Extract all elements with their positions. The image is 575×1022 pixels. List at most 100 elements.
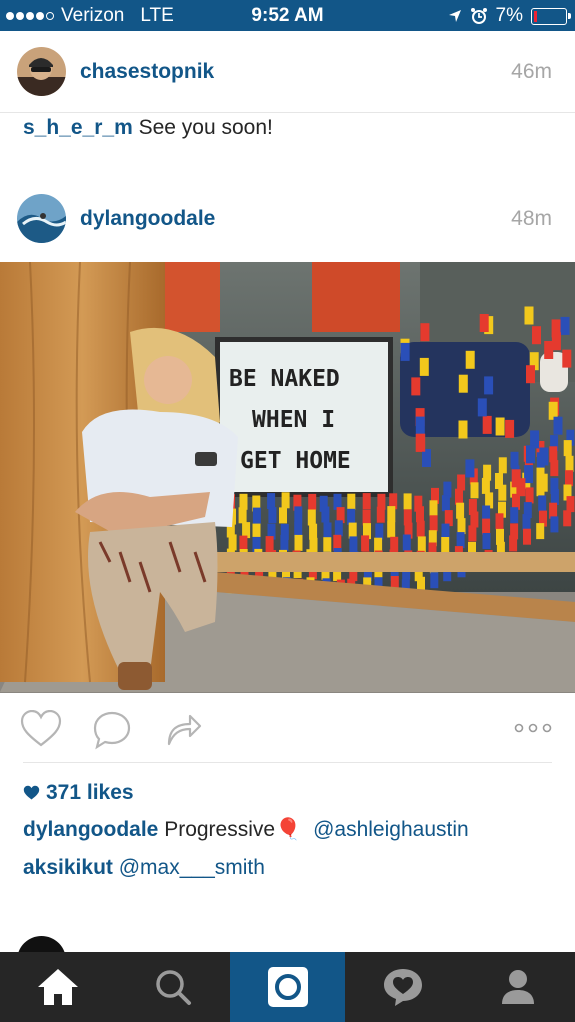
window-block	[441, 537, 450, 553]
window-block	[539, 447, 549, 466]
like-heart-icon[interactable]	[20, 710, 62, 748]
window-block	[550, 489, 559, 505]
window-block	[387, 521, 396, 538]
window-block	[563, 440, 572, 457]
window-block	[420, 323, 430, 342]
caption-username[interactable]: dylangoodale	[23, 818, 158, 841]
window-block	[458, 374, 468, 393]
window-block	[468, 525, 477, 542]
avatar[interactable]	[17, 47, 66, 96]
window-block	[280, 534, 289, 551]
window-block	[549, 502, 558, 519]
tab-camera[interactable]	[230, 952, 345, 1022]
window-block	[457, 518, 466, 535]
window-block	[307, 509, 316, 526]
camera-icon	[267, 967, 308, 1007]
divider	[0, 112, 575, 113]
window-block	[524, 465, 534, 484]
location-arrow-icon	[448, 10, 461, 22]
window-block	[495, 417, 505, 436]
comment-mention[interactable]: @max___smith	[119, 856, 265, 879]
window-block	[498, 484, 507, 501]
comment-line: s_h_e_r_m See you soon!	[23, 116, 273, 140]
window-block	[549, 446, 558, 463]
window-block	[294, 534, 303, 551]
window-block	[551, 332, 561, 351]
window-block	[309, 523, 318, 540]
window-block	[458, 420, 468, 439]
window-block	[376, 506, 385, 523]
likes-label: 371 likes	[46, 781, 134, 804]
window-block	[411, 377, 421, 396]
window-block	[477, 398, 487, 417]
window-block	[481, 477, 490, 494]
window-block	[279, 507, 287, 524]
window-block	[238, 507, 247, 524]
likes-count[interactable]: 371 likes	[23, 781, 134, 805]
tab-search[interactable]	[115, 952, 230, 1022]
comment-username[interactable]: s_h_e_r_m	[23, 116, 133, 139]
window-block	[538, 495, 547, 512]
caption-mention[interactable]: @ashleighaustin	[313, 818, 469, 841]
window-block	[482, 533, 491, 549]
window-block	[455, 488, 463, 505]
tab-activity[interactable]	[345, 952, 460, 1022]
tab-home[interactable]	[0, 952, 115, 1022]
window-block	[470, 511, 479, 528]
window-block	[526, 365, 535, 384]
post-username[interactable]: chasestopnik	[80, 60, 214, 84]
heart-filled-icon	[23, 785, 40, 800]
comment-bubble-icon[interactable]	[92, 710, 132, 750]
window-block	[321, 506, 330, 523]
window-block	[323, 522, 332, 539]
window-block	[323, 537, 332, 554]
window-block	[498, 457, 507, 474]
comment-username[interactable]: aksikikut	[23, 856, 113, 879]
more-options-icon[interactable]	[514, 722, 552, 734]
post-photo[interactable]: BE NAKED WHEN I GET HOME	[0, 262, 575, 693]
window-block	[526, 445, 535, 464]
window-block	[544, 341, 554, 359]
window-block	[228, 534, 237, 551]
caption: dylangoodale Progressive🎈 @ashleighausti…	[23, 817, 469, 842]
window-block	[348, 522, 357, 539]
share-arrow-icon[interactable]	[166, 710, 202, 746]
window-block	[484, 376, 494, 395]
window-block	[553, 416, 563, 435]
window-block	[416, 506, 424, 523]
window-block	[495, 513, 504, 530]
window-block	[509, 535, 518, 552]
window-block	[456, 502, 465, 519]
post-username[interactable]: dylangoodale	[80, 207, 215, 231]
battery-percent: 7%	[495, 5, 523, 26]
window-block	[294, 506, 303, 523]
home-icon	[37, 969, 78, 1005]
tab-bar	[0, 952, 575, 1022]
alarm-icon	[470, 8, 487, 24]
avatar[interactable]	[17, 194, 66, 243]
window-block	[465, 350, 475, 369]
window-block	[441, 495, 450, 512]
window-block	[550, 460, 559, 477]
post-timestamp: 46m	[511, 60, 552, 83]
window-block	[532, 326, 541, 345]
window-block	[505, 419, 515, 438]
window-block	[252, 507, 261, 524]
window-block	[416, 433, 426, 452]
status-right: 7%	[448, 5, 571, 27]
window-block	[470, 482, 479, 499]
post-header-previous: chasestopnik 46m	[0, 31, 575, 113]
window-block	[268, 507, 277, 524]
tab-profile[interactable]	[460, 952, 575, 1022]
window-block	[417, 536, 426, 553]
post-actions	[0, 700, 575, 760]
window-block	[419, 357, 429, 376]
window-block	[482, 415, 492, 434]
sign-line-3: GET HOME	[240, 448, 351, 474]
window-block	[479, 314, 489, 332]
window-block	[349, 536, 358, 553]
window-block	[347, 508, 356, 525]
status-bar: Verizon LTE 9:52 AM 7%	[0, 0, 575, 31]
post-timestamp: 48m	[511, 207, 552, 230]
sign-line-1: BE NAKED	[229, 366, 340, 392]
